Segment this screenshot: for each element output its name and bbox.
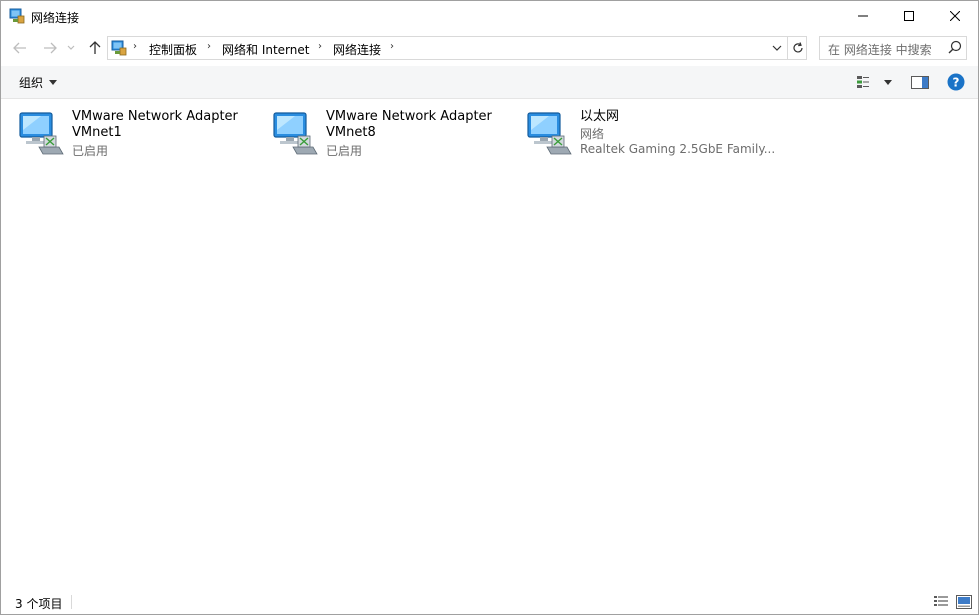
change-view-button[interactable] bbox=[854, 71, 894, 93]
search-icon[interactable] bbox=[948, 40, 962, 54]
breadcrumb-control-panel[interactable]: 控制面板 bbox=[149, 41, 197, 58]
status-bar: 3 个项目 bbox=[1, 591, 978, 614]
title-bar[interactable]: 网络连接 bbox=[1, 1, 978, 31]
arrow-left-icon bbox=[13, 42, 26, 54]
breadcrumb-separator-icon[interactable]: › bbox=[207, 41, 211, 52]
explorer-window: 网络连接 › 控制面板 › 网络和 Internet › 网络连接 › 在 网络… bbox=[0, 0, 979, 615]
recent-locations-button[interactable] bbox=[63, 34, 79, 62]
network-adapter-icon bbox=[273, 112, 318, 155]
details-view-icon[interactable] bbox=[933, 595, 949, 609]
list-item[interactable]: VMware Network Adapter VMnet1 已启用 bbox=[19, 106, 269, 162]
help-icon: ? bbox=[947, 73, 965, 91]
item-status: Realtek Gaming 2.5GbE Family... bbox=[580, 142, 776, 156]
preview-pane-button[interactable] bbox=[909, 71, 931, 93]
maximize-button[interactable] bbox=[886, 1, 932, 31]
network-connections-icon bbox=[111, 40, 127, 56]
minimize-button[interactable] bbox=[840, 1, 886, 31]
item-status: 已启用 bbox=[72, 144, 109, 158]
address-bar[interactable]: › 控制面板 › 网络和 Internet › 网络连接 › bbox=[107, 36, 807, 60]
item-subtitle: 网络 bbox=[580, 127, 605, 141]
caret-down-icon bbox=[49, 80, 58, 85]
forward-button[interactable] bbox=[39, 34, 61, 62]
file-list[interactable]: VMware Network Adapter VMnet1 已启用 VMware… bbox=[1, 99, 978, 589]
breadcrumb-separator-icon[interactable]: › bbox=[133, 41, 137, 52]
list-item[interactable]: VMware Network Adapter VMnet8 已启用 bbox=[273, 106, 523, 162]
refresh-icon bbox=[792, 42, 803, 53]
address-dropdown-button[interactable] bbox=[768, 37, 786, 59]
item-name: VMware Network Adapter bbox=[326, 109, 492, 124]
large-icons-view-icon[interactable] bbox=[956, 595, 972, 609]
svg-text:?: ? bbox=[953, 76, 960, 90]
minimize-icon bbox=[858, 15, 868, 17]
breadcrumb-separator-icon[interactable]: › bbox=[318, 41, 322, 52]
view-options-icon bbox=[857, 76, 869, 88]
refresh-button[interactable] bbox=[787, 37, 807, 59]
arrow-right-icon bbox=[44, 42, 57, 54]
chevron-down-icon bbox=[67, 45, 75, 50]
organize-button[interactable]: 组织 bbox=[19, 74, 58, 91]
arrow-up-icon bbox=[89, 41, 101, 54]
network-connections-icon bbox=[9, 8, 25, 24]
item-subtitle: VMnet1 bbox=[72, 125, 122, 140]
network-adapter-icon bbox=[527, 112, 572, 155]
breadcrumb-network-connections[interactable]: 网络连接 bbox=[333, 41, 381, 58]
up-button[interactable] bbox=[84, 34, 106, 62]
breadcrumb-network-internet[interactable]: 网络和 Internet bbox=[222, 41, 309, 58]
status-divider bbox=[71, 595, 72, 609]
search-input[interactable]: 在 网络连接 中搜索 bbox=[819, 36, 967, 60]
address-row: › 控制面板 › 网络和 Internet › 网络连接 › 在 网络连接 中搜… bbox=[1, 34, 978, 62]
item-name: 以太网 bbox=[580, 109, 620, 124]
maximize-icon bbox=[904, 11, 914, 21]
preview-pane-icon bbox=[911, 75, 929, 89]
network-adapter-icon bbox=[19, 112, 64, 155]
chevron-down-icon bbox=[772, 45, 782, 51]
item-status: 已启用 bbox=[326, 144, 363, 158]
list-item[interactable]: 以太网 网络 Realtek Gaming 2.5GbE Family... bbox=[527, 106, 777, 162]
close-button[interactable] bbox=[932, 1, 978, 31]
command-bar: 组织 ? bbox=[1, 66, 978, 99]
item-count: 3 个项目 bbox=[15, 597, 63, 611]
close-icon bbox=[950, 11, 960, 21]
search-placeholder: 在 网络连接 中搜索 bbox=[828, 43, 932, 57]
item-name: VMware Network Adapter bbox=[72, 109, 238, 124]
item-subtitle: VMnet8 bbox=[326, 125, 376, 140]
window-title: 网络连接 bbox=[31, 11, 80, 25]
back-button[interactable] bbox=[9, 34, 31, 62]
breadcrumb-separator-icon[interactable]: › bbox=[390, 41, 394, 52]
help-button[interactable]: ? bbox=[945, 71, 967, 93]
caret-down-icon bbox=[884, 79, 892, 85]
organize-label: 组织 bbox=[19, 76, 44, 90]
